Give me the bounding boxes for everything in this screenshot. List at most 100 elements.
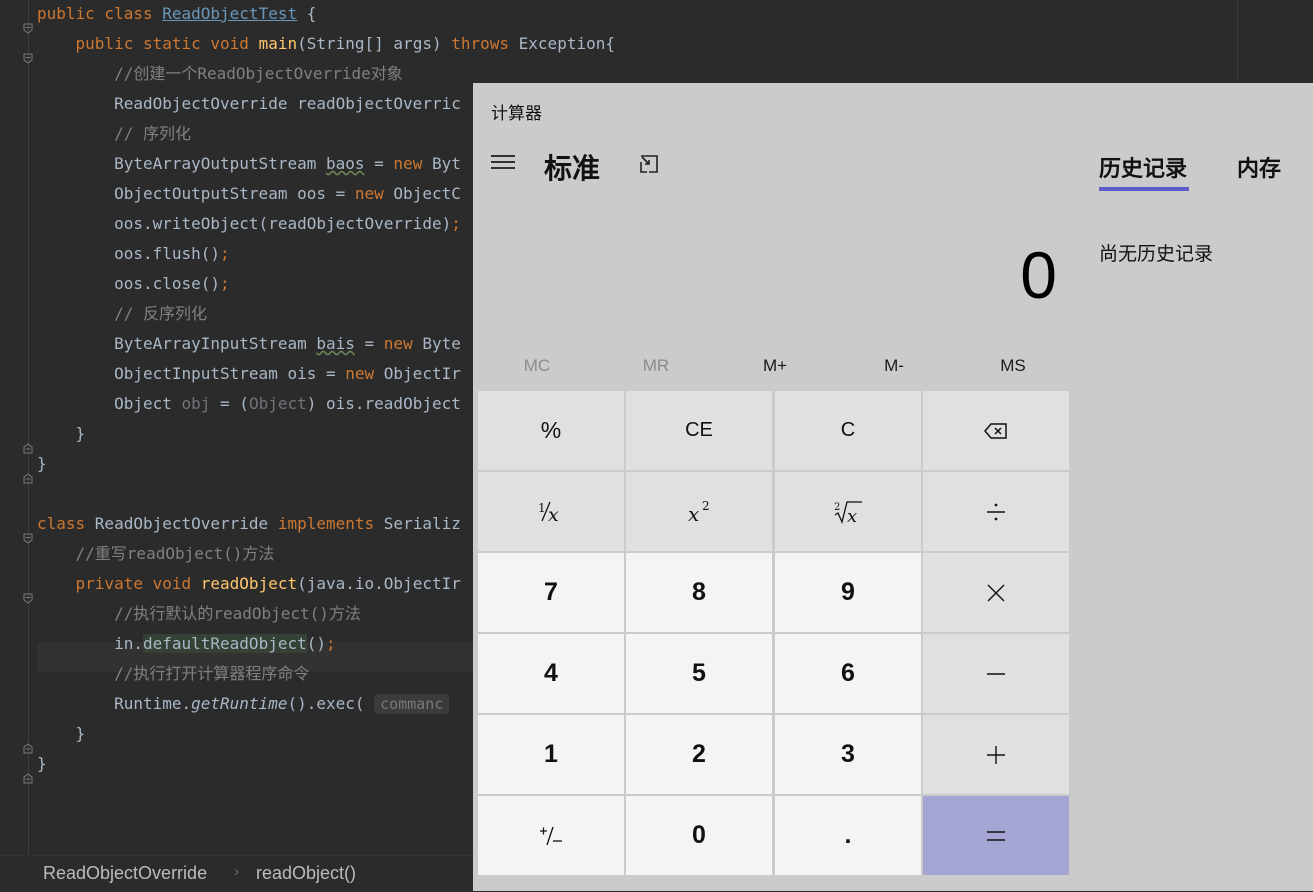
backspace-icon (984, 422, 1007, 439)
code-line[interactable]: } (37, 419, 86, 449)
code-line[interactable]: ByteArrayInputStream bais = new Byte (37, 329, 461, 359)
code-line[interactable]: } (37, 449, 47, 479)
keep-on-top-icon[interactable] (638, 153, 662, 177)
code-line[interactable]: Object obj = (Object) ois.readObject (37, 389, 461, 419)
code-line[interactable]: ReadObjectOverride readObjectOverric (37, 89, 461, 119)
divide-icon (987, 503, 1005, 520)
memory-subtract-button[interactable]: M- (835, 351, 953, 381)
digit-0-button[interactable]: 0 (626, 796, 772, 875)
fold-marker-icon[interactable] (23, 23, 33, 34)
memory-add-button[interactable]: M+ (716, 351, 834, 381)
breadcrumb-item-class[interactable]: ReadObjectOverride (43, 863, 207, 884)
square-icon: x2 (688, 499, 710, 525)
backspace-button[interactable] (923, 391, 1069, 470)
digit-2-button[interactable]: 2 (626, 715, 772, 794)
decimal-button[interactable]: . (775, 796, 921, 875)
code-line[interactable]: ObjectOutputStream oos = new ObjectC (37, 179, 461, 209)
code-line[interactable]: // 序列化 (37, 119, 191, 149)
minus-icon (987, 672, 1005, 675)
code-token: Serializ (383, 514, 461, 533)
code-line[interactable]: //创建一个ReadObjectOverride对象 (37, 59, 403, 89)
code-token: ObjectOutputStream oos = (37, 184, 355, 203)
code-token: Runtime. (37, 694, 192, 713)
code-token: // 序列化 (114, 124, 191, 143)
code-line[interactable]: public class ReadObjectTest { (37, 0, 316, 29)
multiply-button[interactable] (923, 553, 1069, 632)
svg-text:x: x (548, 504, 559, 525)
memory-row: MC MR M+ M- MS (478, 351, 1071, 381)
code-line[interactable]: //重写readObject()方法 (37, 539, 275, 569)
memory-store-button[interactable]: MS (954, 351, 1072, 381)
code-line[interactable]: } (37, 749, 47, 779)
code-token: Exception{ (518, 34, 615, 53)
memory-clear-button[interactable]: MC (478, 351, 596, 381)
code-token: (java.io.ObjectIr (297, 574, 461, 593)
fold-marker-icon[interactable] (23, 743, 33, 754)
square-button[interactable]: x2 (626, 472, 772, 551)
percent-button[interactable]: % (478, 391, 624, 470)
square-root-button[interactable]: 2x (775, 472, 921, 551)
fold-marker-icon[interactable] (23, 773, 33, 784)
code-line[interactable]: //执行打开计算器程序命令 (37, 659, 309, 689)
clear-button[interactable]: C (775, 391, 921, 470)
plus-icon (987, 745, 1005, 764)
code-line[interactable]: private void readObject(java.io.ObjectIr (37, 569, 461, 599)
fold-marker-icon[interactable] (23, 533, 33, 544)
code-token: } (37, 754, 47, 773)
menu-icon[interactable] (491, 155, 515, 169)
code-token: ObjectC (393, 184, 461, 203)
digit-6-button[interactable]: 6 (775, 634, 921, 713)
tab-memory[interactable]: 内存 (1237, 151, 1281, 183)
fold-marker-icon[interactable] (23, 53, 33, 64)
code-token: ) ois.readObject (306, 394, 461, 413)
result-display: 0 (1020, 238, 1057, 312)
code-token: ; (451, 214, 461, 233)
code-token: Byt (431, 154, 461, 173)
code-line[interactable]: } (37, 719, 86, 749)
breadcrumb-item-method[interactable]: readObject() (256, 863, 356, 884)
code-line[interactable]: // 反序列化 (37, 299, 207, 329)
code-token: ByteArrayOutputStream (37, 154, 326, 173)
tab-history[interactable]: 历史记录 (1099, 151, 1187, 183)
fold-marker-icon[interactable] (23, 443, 33, 454)
code-line[interactable]: class ReadObjectOverride implements Seri… (37, 509, 461, 539)
code-line[interactable]: //执行默认的readObject()方法 (37, 599, 361, 629)
code-line[interactable]: ByteArrayOutputStream baos = new Byt (37, 149, 461, 179)
add-button[interactable] (923, 715, 1069, 794)
code-token: oos.flush() (37, 244, 221, 263)
editor-gutter (0, 0, 36, 855)
equals-button[interactable] (923, 796, 1069, 875)
negate-button[interactable] (478, 796, 624, 875)
code-line[interactable]: in.defaultReadObject(); (37, 629, 336, 659)
code-token: oos.close() (37, 274, 221, 293)
code-line[interactable]: oos.close(); (37, 269, 230, 299)
code-token: class (37, 514, 95, 533)
code-line[interactable]: oos.writeObject(readObjectOverride); (37, 209, 461, 239)
digit-1-button[interactable]: 1 (478, 715, 624, 794)
digit-9-button[interactable]: 9 (775, 553, 921, 632)
digit-4-button[interactable]: 4 (478, 634, 624, 713)
digit-7-button[interactable]: 7 (478, 553, 624, 632)
multiply-icon (987, 584, 1005, 601)
plus-minus-icon (540, 826, 562, 845)
code-line[interactable]: oos.flush(); (37, 239, 230, 269)
code-line[interactable]: ObjectInputStream ois = new ObjectIr (37, 359, 461, 389)
fold-marker-icon[interactable] (23, 473, 33, 484)
divide-button[interactable] (923, 472, 1069, 551)
fold-marker-icon[interactable] (23, 593, 33, 604)
code-token: } (37, 454, 47, 473)
digit-3-button[interactable]: 3 (775, 715, 921, 794)
memory-recall-button[interactable]: MR (597, 351, 715, 381)
digit-5-button[interactable]: 5 (626, 634, 772, 713)
subtract-button[interactable] (923, 634, 1069, 713)
code-line[interactable]: Runtime.getRuntime().exec( commanc (37, 689, 450, 719)
code-token: oos.writeObject(readObjectOverride) (37, 214, 452, 233)
digit-8-button[interactable]: 8 (626, 553, 772, 632)
clear-entry-button[interactable]: CE (626, 391, 772, 470)
reciprocal-button[interactable]: 1x (478, 472, 624, 551)
calculator-window: 计算器 标准 0 MC MR M+ M- MS % CE C 1x x2 2x (473, 83, 1313, 891)
code-line[interactable]: public static void main(String[] args) t… (37, 29, 615, 59)
